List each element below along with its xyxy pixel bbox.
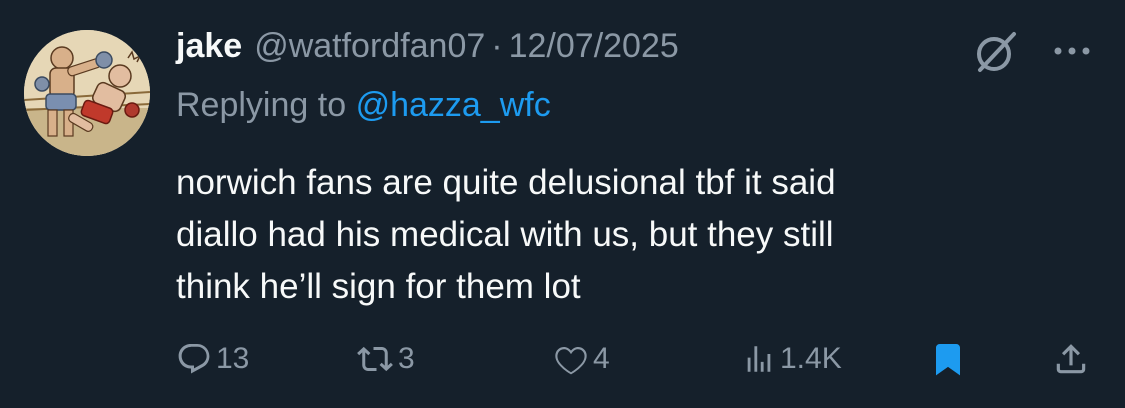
view-count: 1.4K — [780, 342, 842, 375]
avatar-boxing-cartoon-image — [24, 30, 150, 156]
tweet-text-line: think he’ll sign for them lot — [176, 267, 581, 306]
share-icon — [1056, 344, 1086, 374]
reply-mention-link[interactable]: @hazza_wfc — [356, 86, 551, 124]
reply-button[interactable]: 13 — [176, 336, 249, 382]
tweet-date[interactable]: 12/07/2025 — [509, 27, 679, 66]
replying-to-line: Replying to @hazza_wfc — [176, 86, 551, 125]
tweet-header: jake @watfordfan07 · 12/07/2025 — [176, 27, 679, 73]
tweet-text: norwich fans are quite delusional tbf it… — [176, 157, 1076, 313]
more-icon[interactable] — [1050, 34, 1094, 68]
grok-icon[interactable] — [972, 28, 1020, 76]
avatar[interactable] — [24, 30, 150, 156]
author-name[interactable]: jake — [176, 27, 242, 66]
reply-count: 13 — [216, 342, 250, 375]
share-button[interactable] — [1052, 336, 1090, 382]
like-count: 4 — [593, 342, 610, 375]
author-handle[interactable]: @watfordfan07 — [254, 27, 485, 66]
bookmark-button[interactable] — [930, 336, 966, 382]
like-button[interactable]: 4 — [553, 336, 610, 382]
tweet-card[interactable]: jake @watfordfan07 · 12/07/2025 Replying… — [0, 0, 1125, 408]
bookmark-icon — [936, 344, 960, 376]
replying-to-label: Replying to — [176, 86, 347, 124]
repost-button[interactable]: 3 — [356, 336, 415, 382]
views-icon — [747, 346, 771, 372]
tweet-text-line: diallo had his medical with us, but they… — [176, 215, 834, 254]
tweet-text-line: norwich fans are quite delusional tbf it… — [176, 163, 836, 202]
like-icon — [555, 346, 587, 375]
repost-icon — [357, 346, 393, 372]
views-button[interactable]: 1.4K — [742, 336, 842, 382]
header-separator: · — [491, 27, 503, 65]
reply-icon — [178, 344, 210, 374]
repost-count: 3 — [398, 342, 415, 375]
action-bar: 13 3 4 1.4K — [0, 336, 1125, 382]
